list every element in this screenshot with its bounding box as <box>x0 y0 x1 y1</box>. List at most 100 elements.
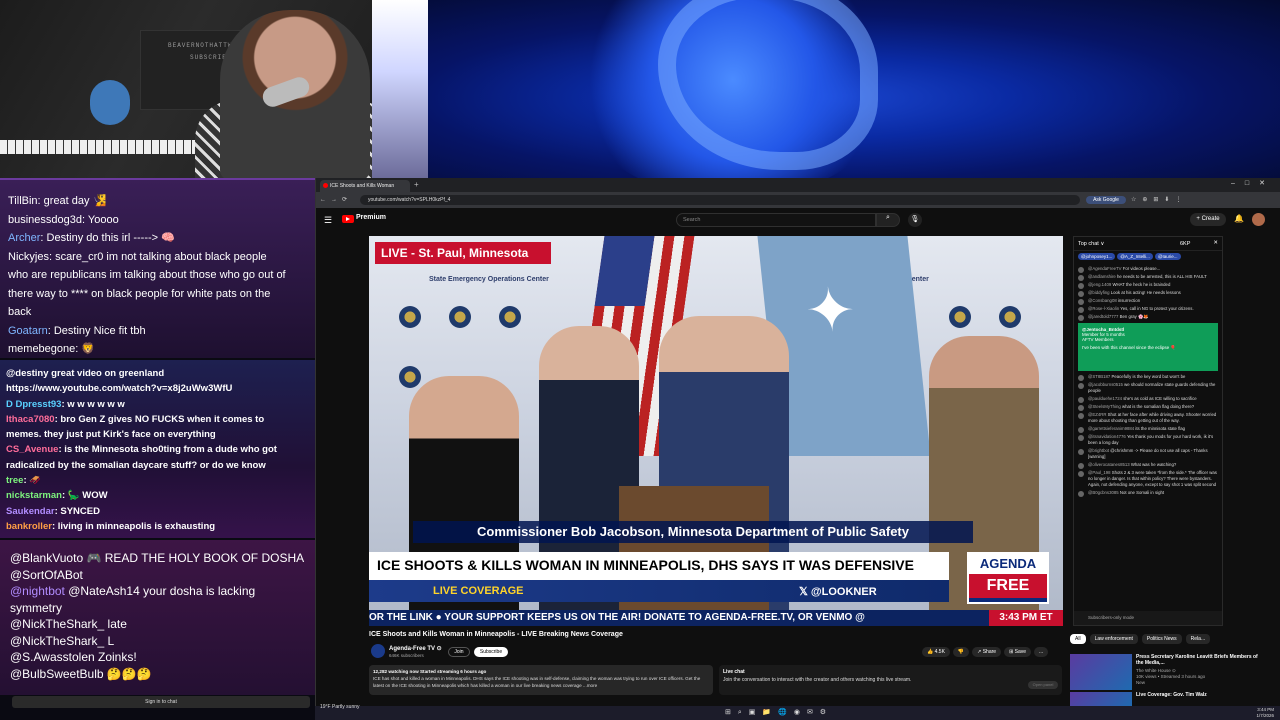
chat-text: radicalized by the somalian daycare stuf… <box>6 459 266 471</box>
chat-avatar <box>1078 491 1084 497</box>
search-icon[interactable]: ⌕ <box>876 213 900 227</box>
video-actions: 👍 4.5K 👎 ↗ Share ⊞ Save... <box>922 647 1051 657</box>
chat-text: 🤔🤔🤔 <box>103 666 152 681</box>
chat-text: there way to **** on black people for wh… <box>8 287 271 300</box>
save-button[interactable]: ⊞ Save <box>1004 647 1032 657</box>
chat-text: she's as cold as ICE willing to sacrific… <box>1123 396 1197 401</box>
subscribe-button[interactable]: Subscribe <box>474 647 508 657</box>
chat-message: @BlankVuoto 🎮 READ THE HOLY BOOK OF DOSH… <box>10 550 305 567</box>
chat-text: : Destiny do this irl -----> 🧠 <box>40 232 175 244</box>
ask-google-button[interactable]: Ask Google <box>1086 196 1126 204</box>
create-button[interactable]: + Create <box>1190 213 1226 226</box>
hamburger-menu-icon[interactable]: ☰ <box>324 215 332 226</box>
nav-buttons[interactable]: ←→⟳ <box>320 196 352 203</box>
chat-row: @Paul_198 Shots 2 & 3 were taken *from t… <box>1074 469 1222 489</box>
chat-mode-dropdown[interactable]: Top chat ∨ <box>1078 241 1104 247</box>
chat-text: @NateAsh14 your dosha is lacking <box>64 584 256 598</box>
overlay-chat-mid: @destiny great video on greenland https:/… <box>0 360 315 538</box>
related-video[interactable]: Press Secretary Karoline Leavitt Briefs … <box>1070 654 1260 690</box>
news-ticker: OR THE LINK ● YOUR SUPPORT KEEPS US ON T… <box>369 610 1063 626</box>
chat-messages-2: @ST8B187 Peacefully is the key word but … <box>1074 373 1222 497</box>
pinned-ticker[interactable]: @johnposey1... <box>1078 253 1116 260</box>
chat-username: @biddyfing <box>1088 290 1110 295</box>
tab-title: ICE Shoots and Kills Woman <box>330 183 395 189</box>
chip-0[interactable]: All <box>1070 634 1086 644</box>
chat-text: what is the somalian flag doing there? <box>1121 404 1195 409</box>
chat-message: Archer: Destiny do this irl -----> 🧠 <box>8 229 307 248</box>
avatar[interactable] <box>1252 213 1265 226</box>
chat-text: WHAT the heck he is brainded <box>1112 282 1171 287</box>
close-icon[interactable]: ✕ <box>1213 240 1218 246</box>
extension-icons[interactable]: ☆⊕⊞⬇⋮ <box>1131 196 1187 203</box>
live-chat-collapsed: Live chat Join the conversation to inter… <box>719 665 1062 695</box>
chat-text: Ben gray 🌸🦊 <box>1119 314 1149 319</box>
window-controls[interactable]: –□✕ <box>1231 179 1275 187</box>
chat-text: : 🦕 WOW <box>61 490 108 502</box>
chat-text: : Destiny Nice fit tbh <box>47 324 146 337</box>
chat-message: TillBin: great day 🧏 <box>8 192 307 211</box>
chat-row: @AgendaFreeTV For videos please... <box>1074 265 1222 273</box>
more-button[interactable]: ... <box>1034 647 1049 657</box>
sign-in-to-chat-button[interactable]: Sign in to chat <box>12 696 310 708</box>
video-description[interactable]: 12,282 watching now Started streaming 6 … <box>369 665 713 695</box>
url-field[interactable]: youtube.com/watch?v=SPLH0kzPf_4 <box>360 195 1080 205</box>
chat-text: back <box>8 306 32 318</box>
chat-username: @oliverocatanes8513 <box>1088 462 1130 467</box>
chat-row: @jaredtold7777 Ben gray 🌸🦊 <box>1074 313 1222 321</box>
logo-top-text: AGENDA <box>969 554 1047 574</box>
chat-text: symmetry <box>10 600 62 615</box>
pinned-ticker[interactable]: @Iaurie... <box>1154 253 1181 260</box>
headline-bar: ICE SHOOTS & KILLS WOMAN IN MINNEAPOLIS,… <box>369 552 949 580</box>
chip-3[interactable]: Rela... <box>1185 634 1211 644</box>
chip-2[interactable]: Politics News <box>1141 634 1182 644</box>
youtube-live-chat: Top chat ∨ 6KP ✕ @johnposey1... @A_Z_Inte… <box>1073 236 1223 626</box>
new-tab-icon[interactable]: + <box>414 180 419 189</box>
screen: BEAVERNOTHATTWELVE SUBSCRIBE TillBin: gr… <box>0 0 1280 720</box>
channel-avatar[interactable] <box>371 644 385 658</box>
youtube-header: ☰ Premium Search ⌕ 🎙 + Create 🔔 <box>316 208 1280 232</box>
pinned-ticker[interactable]: @A_Z_Intelli... <box>1117 253 1153 260</box>
webcam-light <box>372 0 428 178</box>
notifications-icon[interactable]: 🔔 <box>1234 214 1244 223</box>
chat-message: D Dpresst93: w w w w w w <box>6 397 309 412</box>
video-player[interactable]: State Emergency Operations Center State … <box>369 236 1063 626</box>
chat-avatar <box>1078 435 1084 441</box>
related-video[interactable]: Live Coverage: Gov. Tim Walz <box>1070 692 1260 706</box>
taskbar-icons[interactable]: ⊞⌕▣📁🌐◉✉⚙ <box>725 708 833 717</box>
like-button[interactable]: 👍 4.5K <box>922 647 950 657</box>
share-button[interactable]: ↗ Share <box>972 647 1002 657</box>
pinned-tickers: @johnposey1... @A_Z_Intelli... @Iaurie... <box>1074 251 1222 265</box>
chat-text: who are republicans im talking about tho… <box>8 269 286 281</box>
chat-username: @andlamshire <box>1088 274 1116 279</box>
weather-widget[interactable]: 19°F Partly sunny <box>320 704 360 710</box>
webcam-piano <box>0 140 200 154</box>
chat-text: : 🦁 <box>75 343 96 355</box>
chat-message: back <box>8 303 307 322</box>
chat-message: Ithaca7080: bro Gen Z gives NO FUCKS whe… <box>6 412 309 427</box>
browser-tab[interactable]: ICE Shoots and Kills Woman <box>320 180 410 192</box>
join-button[interactable]: Join <box>448 647 470 657</box>
youtube-logo-icon[interactable] <box>342 215 354 223</box>
chat-message: symmetry <box>10 600 305 617</box>
chat-text: : living in minneapolis is exhausting <box>51 520 216 532</box>
chat-text: : scare_cr0 im not talking about black p… <box>48 250 267 263</box>
search-input[interactable]: Search <box>676 213 876 227</box>
chat-row: @Consbang08 insurrection <box>1074 297 1222 305</box>
chat-avatar <box>1078 315 1084 321</box>
taskbar-clock[interactable]: 3:44 PM 1/7/2026 <box>1256 707 1274 719</box>
chat-username: @B0gcbns3085 <box>1088 490 1119 495</box>
live-chat-text: Join the conversation to interact with t… <box>723 677 912 683</box>
chat-text: : 🛷 <box>23 475 42 487</box>
mic-icon[interactable]: 🎙 <box>908 213 922 227</box>
chat-username: nickstarman <box>6 490 62 502</box>
dislike-button[interactable]: 👎 <box>952 647 970 657</box>
chip-1[interactable]: Law enforcement <box>1089 634 1138 644</box>
video-title: ICE Shoots and Kills Woman in Minneapoli… <box>369 631 623 638</box>
member-tag: AFTV Members <box>1082 337 1114 342</box>
open-panel-button[interactable]: Open panel <box>1028 681 1058 689</box>
chat-username: @nightbot <box>10 584 65 598</box>
chat-avatar <box>1078 471 1084 477</box>
overlay-chat-bottom: @BlankVuoto 🎮 READ THE HOLY BOOK OF DOSH… <box>0 540 315 695</box>
live-location-label: LIVE - St. Paul, Minnesota <box>375 242 551 264</box>
channel-name[interactable]: Agenda-Free TV ⊙ <box>389 645 442 652</box>
